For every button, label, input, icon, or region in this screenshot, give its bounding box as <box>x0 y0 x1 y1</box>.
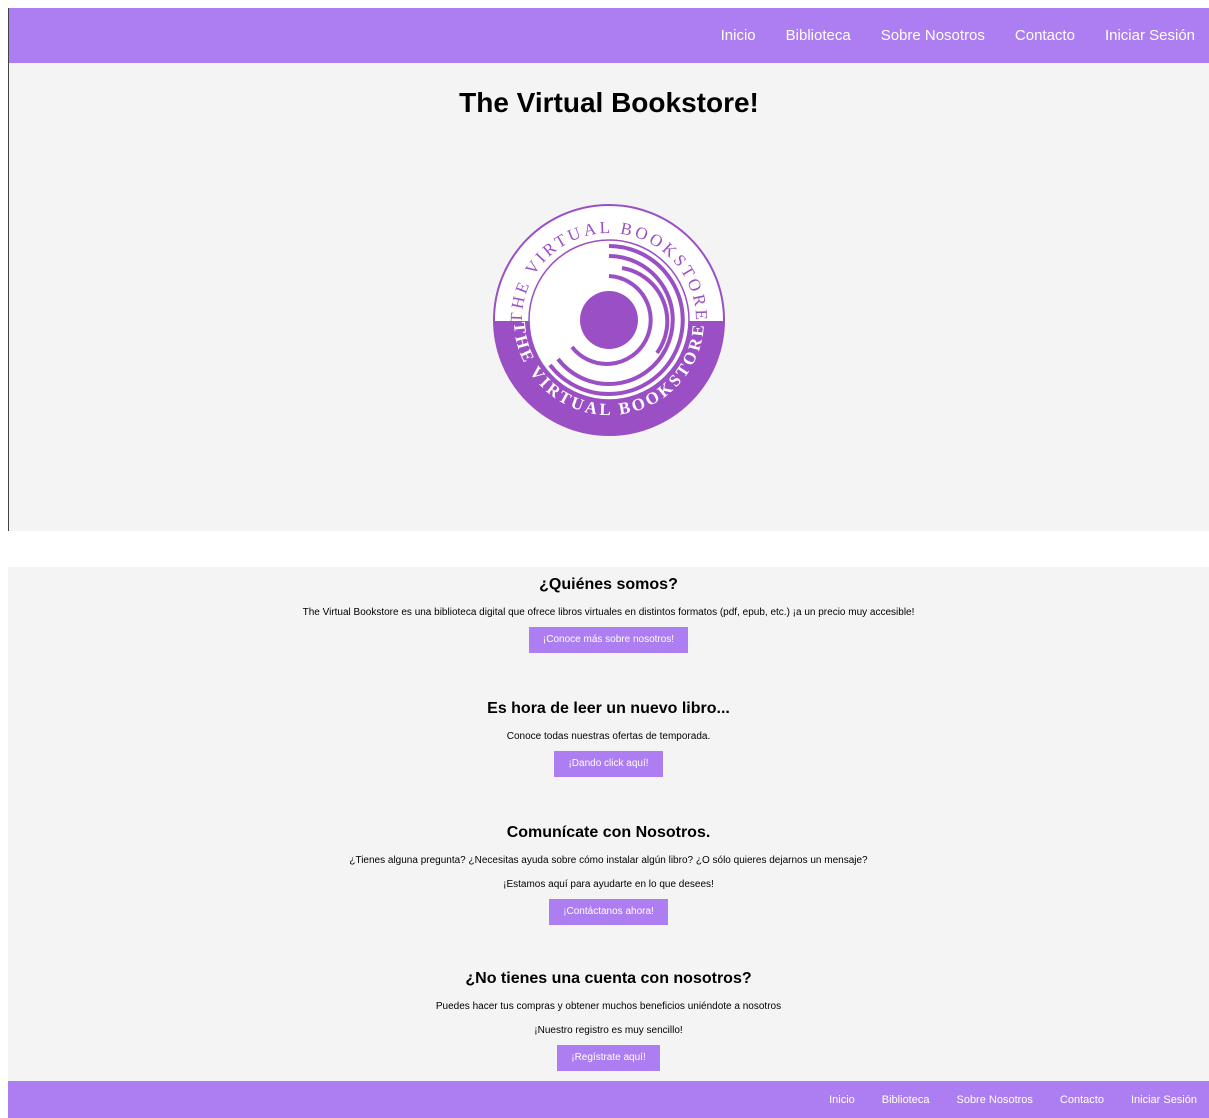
offers-title: Es hora de leer un nuevo libro... <box>487 700 730 717</box>
contact-text-1: ¿Tienes alguna pregunta? ¿Necesitas ayud… <box>349 855 868 866</box>
top-nav: Inicio Biblioteca Sobre Nosotros Contact… <box>721 8 1195 63</box>
contact-text-2: ¡Estamos aquí para ayudarte en lo que de… <box>503 879 714 890</box>
footer-link-biblioteca[interactable]: Biblioteca <box>882 1094 930 1106</box>
nav-link-inicio[interactable]: Inicio <box>721 27 756 44</box>
register-text-2: ¡Nuestro registro es muy sencillo! <box>534 1025 683 1036</box>
register-section: ¿No tienes una cuenta con nosotros? Pued… <box>8 969 1209 1071</box>
hero-section: The Virtual Bookstore! THE VIRTUAL BOOKS… <box>8 63 1209 531</box>
nav-link-contacto[interactable]: Contacto <box>1015 27 1075 44</box>
offers-text: Conoce todas nuestras ofertas de tempora… <box>506 731 711 742</box>
page-title: The Virtual Bookstore! <box>459 87 759 118</box>
nav-link-iniciar-sesion[interactable]: Iniciar Sesión <box>1105 27 1195 44</box>
footer-bar: Inicio Biblioteca Sobre Nosotros Contact… <box>8 1081 1209 1118</box>
about-section: ¿Quiénes somos? The Virtual Bookstore es… <box>8 575 1209 653</box>
bookstore-logo: THE VIRTUAL BOOKSTORE THE VIRTUAL BOOKST… <box>493 204 725 436</box>
contact-button[interactable]: ¡Contáctanos ahora! <box>549 899 668 925</box>
footer-link-sobre-nosotros[interactable]: Sobre Nosotros <box>956 1094 1032 1106</box>
footer-nav: Inicio Biblioteca Sobre Nosotros Contact… <box>829 1081 1197 1118</box>
footer-link-iniciar-sesion[interactable]: Iniciar Sesión <box>1131 1094 1197 1106</box>
contact-title: Comunícate con Nosotros. <box>506 824 711 841</box>
about-title: ¿Quiénes somos? <box>539 576 678 593</box>
register-text-1: Puedes hacer tus compras y obtener mucho… <box>435 1001 782 1012</box>
content-area: ¿Quiénes somos? The Virtual Bookstore es… <box>8 567 1209 1081</box>
about-button[interactable]: ¡Conoce más sobre nosotros! <box>528 627 689 653</box>
offers-section: Es hora de leer un nuevo libro... Conoce… <box>8 699 1209 777</box>
register-title: ¿No tienes una cuenta con nosotros? <box>465 970 752 987</box>
top-navbar: Inicio Biblioteca Sobre Nosotros Contact… <box>8 8 1209 63</box>
nav-link-sobre-nosotros[interactable]: Sobre Nosotros <box>881 27 985 44</box>
register-button[interactable]: ¡Regístrate aquí! <box>557 1045 660 1071</box>
offers-button[interactable]: ¡Dando click aquí! <box>554 751 663 777</box>
footer-link-contacto[interactable]: Contacto <box>1060 1094 1104 1106</box>
nav-link-biblioteca[interactable]: Biblioteca <box>786 27 851 44</box>
contact-section: Comunícate con Nosotros. ¿Tienes alguna … <box>8 823 1209 925</box>
about-text: The Virtual Bookstore es una biblioteca … <box>302 607 915 618</box>
footer-link-inicio[interactable]: Inicio <box>829 1094 855 1106</box>
